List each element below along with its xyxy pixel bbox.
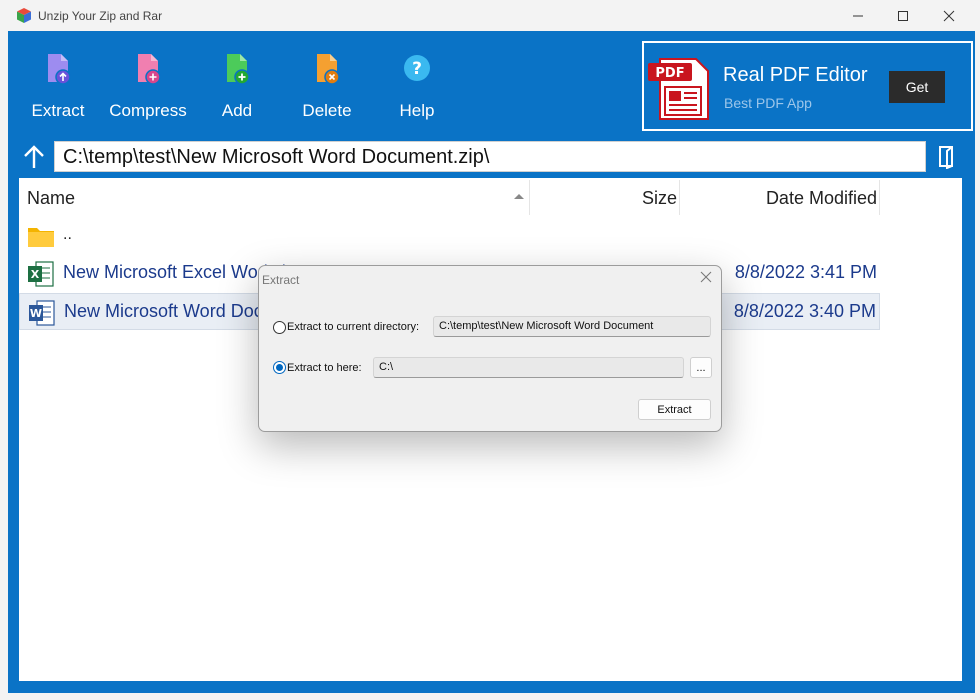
maximize-icon [898, 10, 908, 21]
column-divider[interactable] [879, 180, 880, 215]
compress-file-icon [138, 54, 161, 85]
extract-file-icon [48, 54, 71, 85]
add-button[interactable]: Add [197, 51, 277, 131]
current-directory-field[interactable]: C:\temp\test\New Microsoft Word Document [433, 316, 711, 337]
extract-dialog: Extract Extract to current directory: C:… [258, 265, 722, 432]
extract-confirm-button[interactable]: Extract [638, 399, 711, 420]
browse-button[interactable]: ... [690, 357, 712, 378]
extract-current-label[interactable]: Extract to current directory: [287, 321, 419, 333]
close-button[interactable] [926, 0, 972, 31]
excel-file-icon: X [28, 261, 54, 287]
close-icon [943, 10, 955, 21]
help-button[interactable]: ? Help [377, 51, 457, 131]
path-input[interactable]: C:\temp\test\New Microsoft Word Document… [54, 141, 926, 172]
dialog-title: Extract [262, 273, 300, 287]
extract-here-label[interactable]: Extract to here: [287, 362, 362, 374]
minimize-icon [853, 15, 863, 16]
file-date: 8/8/2022 3:41 PM [734, 262, 877, 282]
column-divider[interactable] [679, 180, 680, 215]
extract-current-radio[interactable] [273, 321, 286, 334]
extract-button-label: Extract [31, 101, 85, 120]
sort-ascending-icon [514, 194, 524, 199]
minimize-button[interactable] [835, 0, 881, 31]
up-arrow-icon[interactable] [22, 144, 46, 170]
pdf-app-icon: PDF [648, 58, 709, 120]
app-logo-icon [17, 8, 31, 23]
column-header-date[interactable]: Date Modified [681, 178, 877, 215]
add-button-label: Add [221, 101, 253, 120]
compress-button-label: Compress [109, 101, 187, 120]
help-icon: ? [404, 55, 430, 81]
ad-subtitle: Best PDF App [724, 95, 812, 111]
dialog-close-button[interactable] [700, 271, 714, 285]
app-window: Unzip Your Zip and Rar Extract Compress … [0, 0, 980, 700]
book-icon[interactable] [937, 145, 957, 169]
svg-text:X: X [31, 268, 40, 281]
svg-text:?: ? [412, 59, 422, 79]
maximize-button[interactable] [880, 0, 926, 31]
file-name: .. [63, 226, 72, 243]
ad-get-button[interactable]: Get [889, 71, 945, 103]
ad-banner[interactable]: PDF Real PDF Editor Best PDF App Get [642, 41, 973, 131]
ad-title: Real PDF Editor [723, 64, 868, 86]
extract-here-radio[interactable] [273, 361, 286, 374]
window-title: Unzip Your Zip and Rar [38, 9, 163, 23]
column-divider[interactable] [529, 180, 530, 215]
column-header-name[interactable]: Name [27, 178, 527, 215]
add-file-icon [227, 54, 250, 85]
delete-button-label: Delete [302, 101, 352, 120]
help-button-label: Help [399, 101, 435, 120]
svg-text:W: W [30, 307, 42, 320]
extract-here-field[interactable]: C:\ [373, 357, 684, 378]
column-header-size[interactable]: Size [531, 178, 677, 215]
title-bar: Unzip Your Zip and Rar [0, 0, 980, 31]
close-icon [700, 271, 712, 283]
file-date: 8/8/2022 3:40 PM [733, 301, 876, 321]
folder-icon [28, 228, 54, 247]
pdf-icon-text: PDF [655, 66, 684, 81]
delete-button[interactable]: Delete [287, 51, 367, 131]
word-file-icon: W [29, 300, 55, 326]
delete-file-icon [317, 54, 340, 85]
table-row[interactable]: .. [19, 217, 880, 254]
extract-button[interactable]: Extract [18, 51, 98, 131]
compress-button[interactable]: Compress [108, 51, 188, 131]
